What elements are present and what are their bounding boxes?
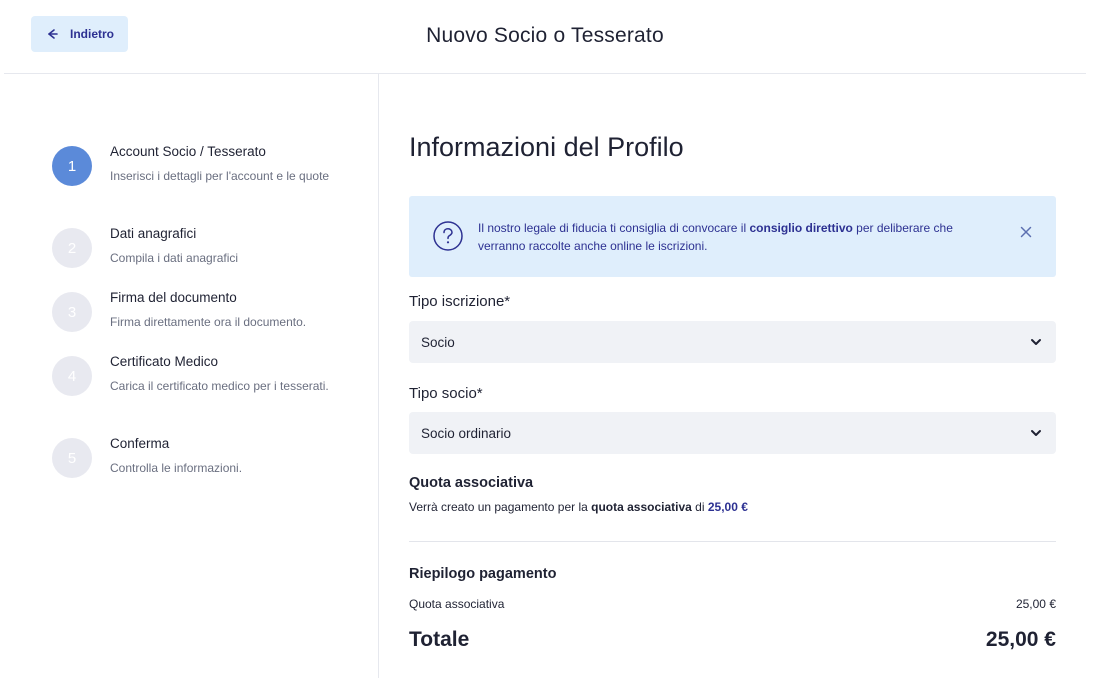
alert-message: Il nostro legale di fiducia ti consiglia… [478,219,998,255]
close-icon[interactable] [1020,226,1032,238]
total-row: Totale 25,00 € [409,628,1056,652]
step-title: Firma del documento [110,290,237,305]
quota-description: Verrà creato un pagamento per la quota a… [409,500,748,514]
quota-text-start: Verrà creato un pagamento per la [409,500,592,514]
tipo-iscrizione-select[interactable]: Socio [409,321,1056,363]
stepper-sidebar: 1 Account Socio / Tesserato Inserisci i … [0,74,379,678]
quota-title: Quota associativa [409,475,534,491]
total-label: Totale [409,628,470,651]
question-circle-icon [433,221,463,251]
quota-text-mid: di [691,500,708,514]
chevron-down-icon [1031,430,1041,436]
step-title: Conferma [110,436,170,451]
summary-row-label: Quota associativa [409,597,505,611]
alert-text-start: Il nostro legale di fiducia ti consiglia… [478,221,750,235]
step-description: Controlla le informazioni. [110,461,243,475]
tipo-iscrizione-label: Tipo iscrizione* [409,293,511,310]
chevron-down-icon [1031,339,1041,345]
section-title: Informazioni del Profilo [409,132,684,162]
step-description: Compila i dati anagrafici [110,251,239,265]
tipo-iscrizione-value: Socio [421,334,455,350]
tipo-socio-value: Socio ordinario [421,425,512,441]
step-number: 5 [52,438,92,478]
step-description: Carica il certificato medico per i tesse… [110,379,329,393]
summary-title: Riepilogo pagamento [409,566,557,582]
step-number: 1 [52,146,92,186]
step-number: 3 [52,292,92,332]
quota-text-bold: quota associativa [591,500,692,514]
summary-row: Quota associativa 25,00 € [409,597,1056,611]
tipo-socio-label: Tipo socio* [409,385,483,402]
tipo-socio-select[interactable]: Socio ordinario [409,412,1056,454]
divider [409,541,1056,542]
step-description: Inserisci i dettagli per l'account e le … [110,169,330,183]
step-description: Firma direttamente ora il documento. [110,315,307,329]
total-value: 25,00 € [985,628,1056,651]
info-alert: Il nostro legale di fiducia ti consiglia… [409,196,1056,277]
step-title: Dati anagrafici [110,226,197,241]
step-title: Account Socio / Tesserato [110,144,266,159]
summary-row-value: 25,00 € [1015,597,1056,611]
alert-text-bold: consiglio direttivo [749,221,853,235]
quota-amount: 25,00 € [707,500,748,514]
step-title: Certificato Medico [110,354,219,369]
step-number: 2 [52,228,92,268]
page-title: Nuovo Socio o Tesserato [426,24,664,47]
step-number: 4 [52,356,92,396]
top-bar: Indietro Nuovo Socio o Tesserato [4,0,1086,74]
